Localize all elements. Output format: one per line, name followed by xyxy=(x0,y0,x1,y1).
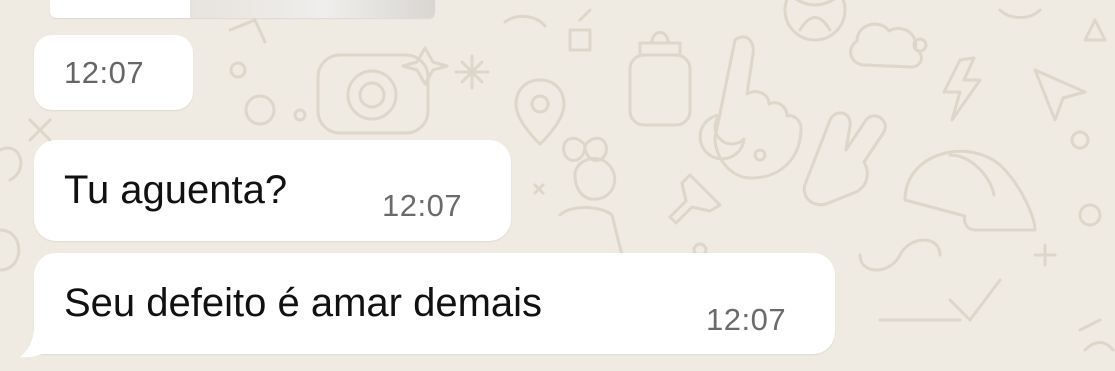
message-timestamp: 12:07 xyxy=(706,302,787,337)
rock-hand-doodle-icon xyxy=(802,111,887,207)
previous-media-message[interactable] xyxy=(50,0,435,18)
lightning-doodle-icon xyxy=(942,56,982,122)
cloud-doodle-icon xyxy=(849,22,923,69)
message-text: Seu defeito é amar demais xyxy=(64,281,543,325)
message-timestamp: 12:07 xyxy=(382,188,463,223)
ball-doodle-icon xyxy=(783,0,847,42)
helmet-doodle-icon xyxy=(903,149,1037,232)
figure-doodle-icon xyxy=(558,157,624,257)
standalone-timestamp: 12:07 xyxy=(64,55,145,90)
camera-doodle-icon xyxy=(316,53,430,135)
pin-doodle-icon xyxy=(514,78,566,146)
cursor-doodle-icon xyxy=(1033,68,1087,122)
time-chip: 12:07 xyxy=(34,35,193,110)
bubble-tail-icon xyxy=(20,324,46,358)
bottle-doodle-icon xyxy=(628,31,692,127)
pushpin-doodle-icon xyxy=(668,173,722,225)
message-bubble[interactable]: Seu defeito é amar demais 12:07 xyxy=(34,253,835,354)
moon-doodle-icon xyxy=(698,113,746,161)
message-text: Tu aguenta? xyxy=(64,168,288,212)
cross-doodle-icon xyxy=(454,54,490,90)
image-thumbnail-icon[interactable] xyxy=(190,0,435,18)
message-bubble[interactable]: Tu aguenta? 12:07 xyxy=(34,140,511,241)
bow-doodle-icon xyxy=(562,136,608,162)
